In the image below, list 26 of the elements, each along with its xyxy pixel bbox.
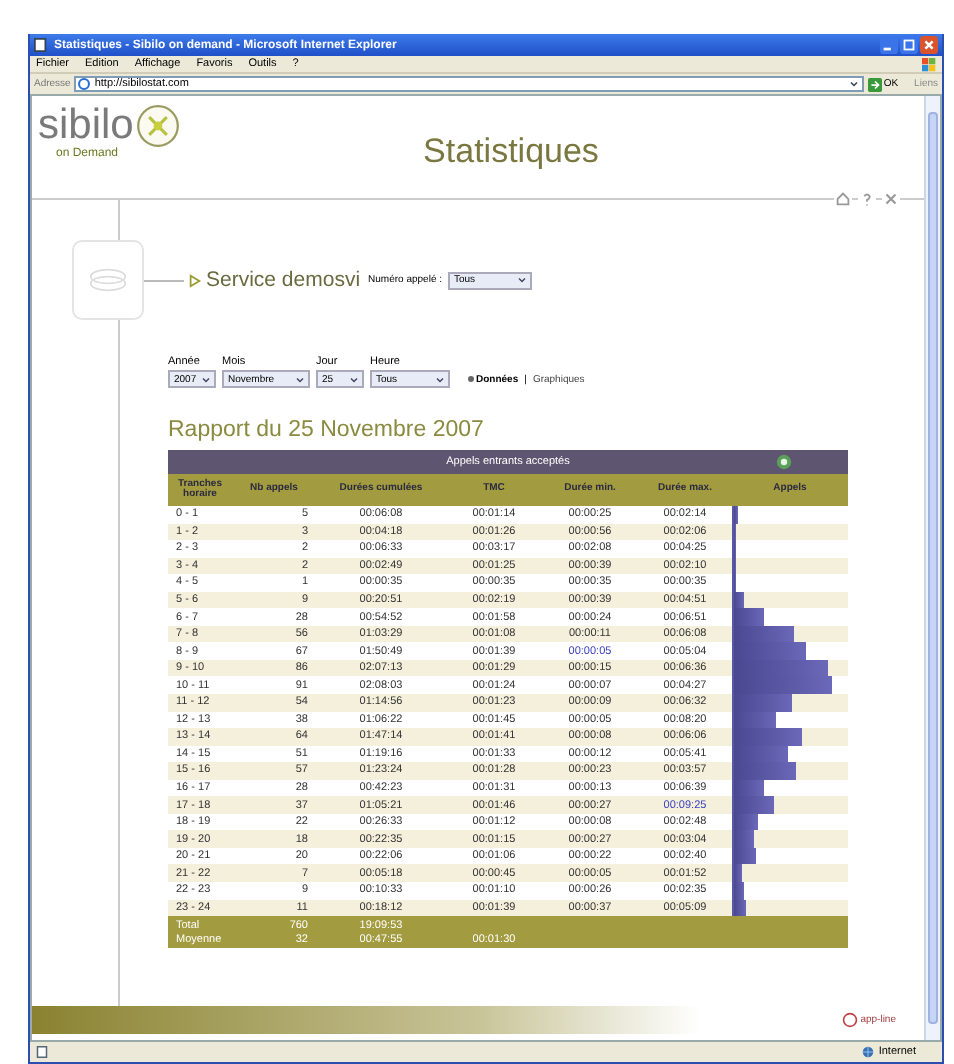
logo-icon <box>135 104 180 148</box>
dropdown-icon[interactable] <box>200 373 212 385</box>
report-title: Rapport du 25 Novembre 2007 <box>168 418 486 442</box>
dropdown-icon[interactable] <box>294 373 306 385</box>
page-icon <box>36 1046 48 1058</box>
scrollbar[interactable] <box>924 96 940 1040</box>
close-icon[interactable] <box>920 36 938 54</box>
page-icon <box>34 38 48 52</box>
minimize-icon[interactable] <box>880 36 898 54</box>
page-title: Statistiques <box>421 132 601 172</box>
globe-icon <box>862 1046 875 1058</box>
dropdown-icon[interactable] <box>434 373 446 385</box>
dropdown-icon[interactable] <box>516 274 528 286</box>
logo-icon <box>842 1012 859 1028</box>
close-icon[interactable] <box>882 190 900 208</box>
dropdown-icon[interactable] <box>348 373 360 385</box>
dropdown-icon[interactable] <box>847 78 860 90</box>
browser-icon <box>78 78 91 90</box>
service-name: Service demosvi <box>206 268 361 292</box>
triangle-arrow-icon <box>188 273 202 287</box>
logo-text: sibilo <box>38 104 134 148</box>
maximize-icon[interactable] <box>900 36 918 54</box>
refresh-icon[interactable] <box>776 454 792 470</box>
windows-logo-icon <box>922 57 936 71</box>
home-icon[interactable] <box>834 190 852 208</box>
service-icon-box <box>72 240 144 320</box>
